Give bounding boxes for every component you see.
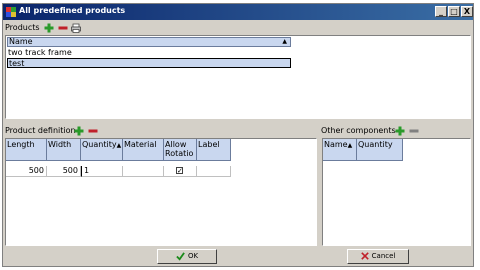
name-header-label: Name [9,37,33,46]
product-definition-grid: Length Width Quantity▲ Material Allow Ro… [5,138,317,246]
cell-quantity[interactable]: 1 [81,166,123,177]
add-product-plus-icon[interactable] [44,23,54,33]
ok-button[interactable]: OK [157,249,217,264]
column-header-quantity[interactable]: Quantity [357,139,403,161]
product-definition-label: Product definition [5,126,76,135]
add-component-plus-icon[interactable] [395,126,405,136]
column-header-material[interactable]: Material [123,139,164,161]
product-name: test [9,59,25,68]
product-name: two track frame [8,48,72,57]
column-header-label[interactable]: Label [197,139,231,161]
remove-component-minus-icon[interactable] [409,126,419,136]
sort-up-arrow-icon: ▲ [347,142,353,149]
column-header-length[interactable]: Length [6,139,47,161]
close-button[interactable]: X [461,6,473,17]
product-row[interactable]: two track frame [7,48,291,58]
check-icon [176,251,185,261]
other-components-grid: Name▲ Quantity [322,138,471,246]
remove-product-minus-icon[interactable] [58,23,68,33]
cell-material[interactable] [123,166,164,177]
products-name-column-header[interactable]: Name ▲ [7,37,291,47]
allow-rotation-checkbox[interactable]: ✓ [176,167,183,175]
cell-label[interactable] [197,166,231,177]
cell-width[interactable]: 500 [47,166,81,177]
x-icon [360,252,369,260]
remove-definition-minus-icon[interactable] [88,126,98,136]
sort-up-arrow-icon: ▲ [116,142,122,149]
products-grid: Name ▲ two track frame test [5,35,471,119]
maximize-button[interactable]: □ [448,6,460,17]
title-bar[interactable]: All predefined products _ □ X [3,4,473,20]
product-row-selected[interactable]: test [7,58,291,68]
cell-length[interactable]: 500 [6,166,47,177]
column-header-allow-rotation[interactable]: Allow Rotatio [164,139,197,161]
cancel-button[interactable]: Cancel [347,249,409,264]
ok-label: OK [187,252,199,260]
all-predefined-products-window: All predefined products _ □ X Products N… [2,3,474,267]
quantity-header-label: Quantity [82,140,117,149]
minimize-button[interactable]: _ [435,6,447,17]
column-header-width[interactable]: Width [47,139,81,161]
column-header-name[interactable]: Name▲ [323,139,357,161]
app-icon [6,7,16,17]
products-label: Products [5,23,40,32]
window-title: All predefined products [19,6,126,15]
print-icon[interactable] [71,23,81,33]
other-components-label: Other components [321,126,396,135]
cancel-label: Cancel [371,252,396,260]
name-header-label: Name [324,140,348,149]
sort-up-arrow-icon: ▲ [282,38,287,45]
column-header-quantity[interactable]: Quantity▲ [81,139,123,161]
add-definition-plus-icon[interactable] [74,126,84,136]
cell-allow-rotation[interactable]: ✓ [164,166,197,177]
